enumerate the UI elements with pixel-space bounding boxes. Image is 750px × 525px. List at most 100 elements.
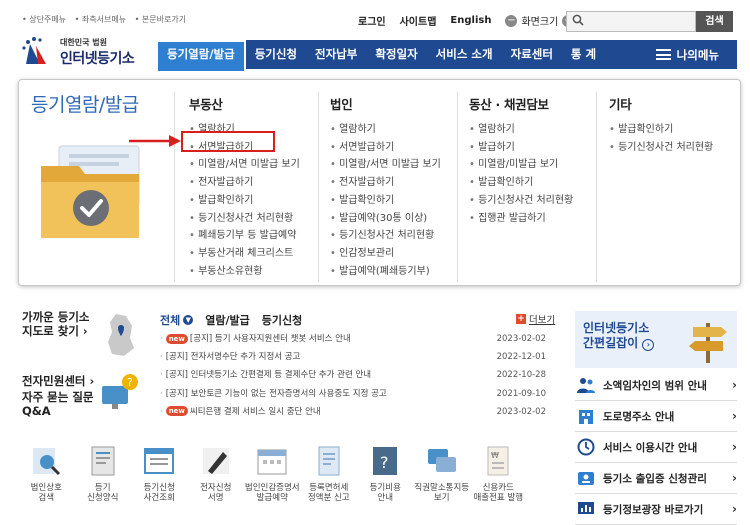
menu-item[interactable]: 부동산소유현황 <box>189 263 300 281</box>
quick-card-receipt[interactable]: ₩ 신용카드 매출전표 발행 <box>470 443 527 503</box>
quick-application-forms[interactable]: 등기 신청양식 <box>75 443 132 503</box>
nav-fixed-date[interactable]: 확정일자 <box>366 40 426 69</box>
tab-view-issue[interactable]: 열람/발급 <box>205 312 250 328</box>
nav-statistics[interactable]: 통 계 <box>562 40 605 69</box>
magnifier-doc-icon <box>28 443 64 479</box>
tab-all[interactable]: 전체 ▼ <box>160 312 194 328</box>
my-menu-button[interactable]: 나의메뉴 <box>655 47 737 63</box>
english-link[interactable]: English <box>450 15 491 26</box>
menu-item[interactable]: 발급확인하기 <box>330 192 441 210</box>
zoom-out-button[interactable]: − <box>505 14 518 27</box>
notice-item[interactable]: · new 씨티은행 결제 서비스 일시 중단 안내 2023-02-02 <box>160 403 550 421</box>
menu-item[interactable]: 미열람/미발급 보기 <box>469 156 573 174</box>
quick-label: 등기신청 사건조회 <box>143 483 175 503</box>
menu-item[interactable]: 미열람/서면 미발급 보기 <box>330 156 441 174</box>
side-item-label: 서비스 이용시간 안내 <box>603 441 698 454</box>
quick-case-inquiry[interactable]: 등기신청 사건조회 <box>131 443 188 503</box>
skip-link-content[interactable]: 본문바로가기 <box>135 15 186 24</box>
window-list-icon <box>141 443 177 479</box>
quick-e-signature[interactable]: 전자신청 서명 <box>188 443 245 503</box>
guide-banner[interactable]: 인터넷등기소 간편길잡이 › <box>575 311 737 368</box>
notice-item[interactable]: · [공지] 보안토큰 기능이 없는 전자증명서의 사용중도 지정 공고 2021… <box>160 385 550 403</box>
chat-icon <box>424 443 460 479</box>
nav-registry-view[interactable]: 등기열람/발급 <box>156 40 246 71</box>
plus-icon: + <box>516 314 526 324</box>
mega-menu-title: 등기열람/발급 <box>31 94 139 116</box>
side-item-road-address[interactable]: 도로명주소 안내 › <box>575 401 737 432</box>
menu-item[interactable]: 열람하기 <box>330 121 441 139</box>
menu-item[interactable]: 열람하기 <box>469 121 573 139</box>
menu-item[interactable]: 발급하기 <box>469 139 573 157</box>
menu-col-heading: 기타 <box>609 97 632 112</box>
clock-icon <box>575 437 597 457</box>
zoom-label: 화면크기 <box>521 17 559 28</box>
tab-all-label: 전체 <box>160 314 181 327</box>
faq-link[interactable]: 자주 묻는 질문 Q&A <box>22 390 102 418</box>
menu-item[interactable]: 등기신청사건 처리현황 <box>469 192 573 210</box>
skip-link-main-menu[interactable]: 상단주메뉴 <box>22 15 66 24</box>
notice-item[interactable]: · new [공지] 등기 사용자지원센터 챗봇 서비스 안내 2023-02-02 <box>160 330 550 348</box>
search-input[interactable] <box>566 11 696 32</box>
quick-label: 등기 신청양식 <box>87 483 119 503</box>
menu-item[interactable]: 부동산거래 체크리스트 <box>189 245 300 263</box>
hamburger-icon <box>655 49 671 60</box>
nav-data-center[interactable]: 자료센터 <box>502 40 562 69</box>
menu-item[interactable]: 폐쇄등기부 등 발급예약 <box>189 227 300 245</box>
menu-item[interactable]: 발급예약(폐쇄등기부) <box>330 263 441 281</box>
svg-text:?: ? <box>380 453 389 472</box>
site-logo[interactable]: 대한민국 법원 인터넷등기소 <box>20 34 150 70</box>
notice-date: 2023-02-02 <box>496 334 546 344</box>
quick-menu: 법인상호 검색 등기 신청양식 등기신청 사건조회 전자신청 서명 법인인감증명… <box>18 443 558 503</box>
quick-corp-name-search[interactable]: 법인상호 검색 <box>18 443 75 503</box>
side-item-label: 등기소 출입증 신청관리 <box>603 472 707 485</box>
notice-item[interactable]: · [공지] 전자서명수단 추가 지정서 공고 2022-12-01 <box>160 348 550 366</box>
side-item-service-hours[interactable]: 서비스 이용시간 안내 › <box>575 432 737 463</box>
login-link[interactable]: 로그인 <box>358 13 386 28</box>
find-office-link[interactable]: 가까운 등기소 지도로 찾기 › <box>22 310 102 338</box>
side-item-tenant-range[interactable]: 소액임차인의 범위 안내 › <box>575 370 737 401</box>
quick-label: 법인상호 검색 <box>30 483 62 503</box>
quick-label: 직권말소통지등 보기 <box>414 483 470 503</box>
left-side-links: 가까운 등기소 지도로 찾기 › 전자민원센터 › 자주 묻는 질문 Q&A ? <box>22 310 138 418</box>
menu-col-others: 기타 발급확인하기 등기신청사건 처리현황 <box>609 94 713 156</box>
new-badge: new <box>165 333 188 344</box>
quick-license-tax[interactable]: 등록면허세 정액분 신고 <box>301 443 358 503</box>
search-button[interactable]: 검색 <box>696 11 733 32</box>
side-item-data-plaza[interactable]: 등기정보광장 바로가기 › <box>575 494 737 525</box>
side-item-access-card[interactable]: 등기소 출입증 신청관리 › <box>575 463 737 494</box>
quick-label: 신용카드 매출전표 발행 <box>473 483 524 503</box>
menu-item[interactable]: 등기신청사건 처리현황 <box>189 210 300 228</box>
nav-service-intro[interactable]: 서비스 소개 <box>427 40 502 69</box>
side-item-label: 도로명주소 안내 <box>603 410 675 423</box>
menu-item[interactable]: 미열람/서면 미발급 보기 <box>189 156 300 174</box>
menu-item[interactable]: 발급확인하기 <box>609 121 713 139</box>
quick-label: 등기비용 안내 <box>369 483 401 503</box>
banner-line2: 간편길잡이 › <box>583 336 655 351</box>
tab-registry-apply[interactable]: 등기신청 <box>262 312 302 328</box>
quick-cancellation-notice[interactable]: 직권말소통지등 보기 <box>414 443 471 503</box>
e-civil-center-link[interactable]: 전자민원센터 › <box>22 374 102 388</box>
notice-item[interactable]: · [공지] 인터넷등기소 간편결제 등 결제수단 추가 관련 안내 2022-1… <box>160 366 550 384</box>
notice-text: [공지] 인터넷등기소 간편결제 등 결제수단 추가 관련 안내 <box>165 370 372 381</box>
skip-link-sub-menu[interactable]: 좌측서브메뉴 <box>75 15 126 24</box>
menu-item[interactable]: 발급확인하기 <box>469 174 573 192</box>
menu-item[interactable]: 인감정보관리 <box>330 245 441 263</box>
quick-cost-guide[interactable]: ? 등기비용 안내 <box>357 443 414 503</box>
menu-item[interactable]: 등기신청사건 처리현황 <box>330 227 441 245</box>
menu-item[interactable]: 발급예약(30통 이상) <box>330 210 441 228</box>
nav-registry-apply[interactable]: 등기신청 <box>246 40 306 69</box>
menu-item[interactable]: 발급확인하기 <box>189 192 300 210</box>
menu-item[interactable]: 등기신청사건 처리현황 <box>609 139 713 157</box>
quick-seal-certificate[interactable]: 법인인감증명서 발급예약 <box>244 443 301 503</box>
nav-e-payment[interactable]: 전자납부 <box>306 40 366 69</box>
svg-text:?: ? <box>127 376 133 389</box>
utility-links: 상단주메뉴 좌측서브메뉴 본문바로가기 <box>22 14 192 25</box>
menu-item[interactable]: 전자발급하기 <box>189 174 300 192</box>
menu-item[interactable]: 서면발급하기 <box>330 139 441 157</box>
zoom-control: − 화면크기 + <box>505 13 575 28</box>
menu-item[interactable]: 전자발급하기 <box>330 174 441 192</box>
more-link[interactable]: + 더보기 <box>516 312 555 326</box>
signpost-icon <box>689 323 727 363</box>
sitemap-link[interactable]: 사이트맵 <box>400 13 437 28</box>
menu-item[interactable]: 집행관 발급하기 <box>469 210 573 228</box>
